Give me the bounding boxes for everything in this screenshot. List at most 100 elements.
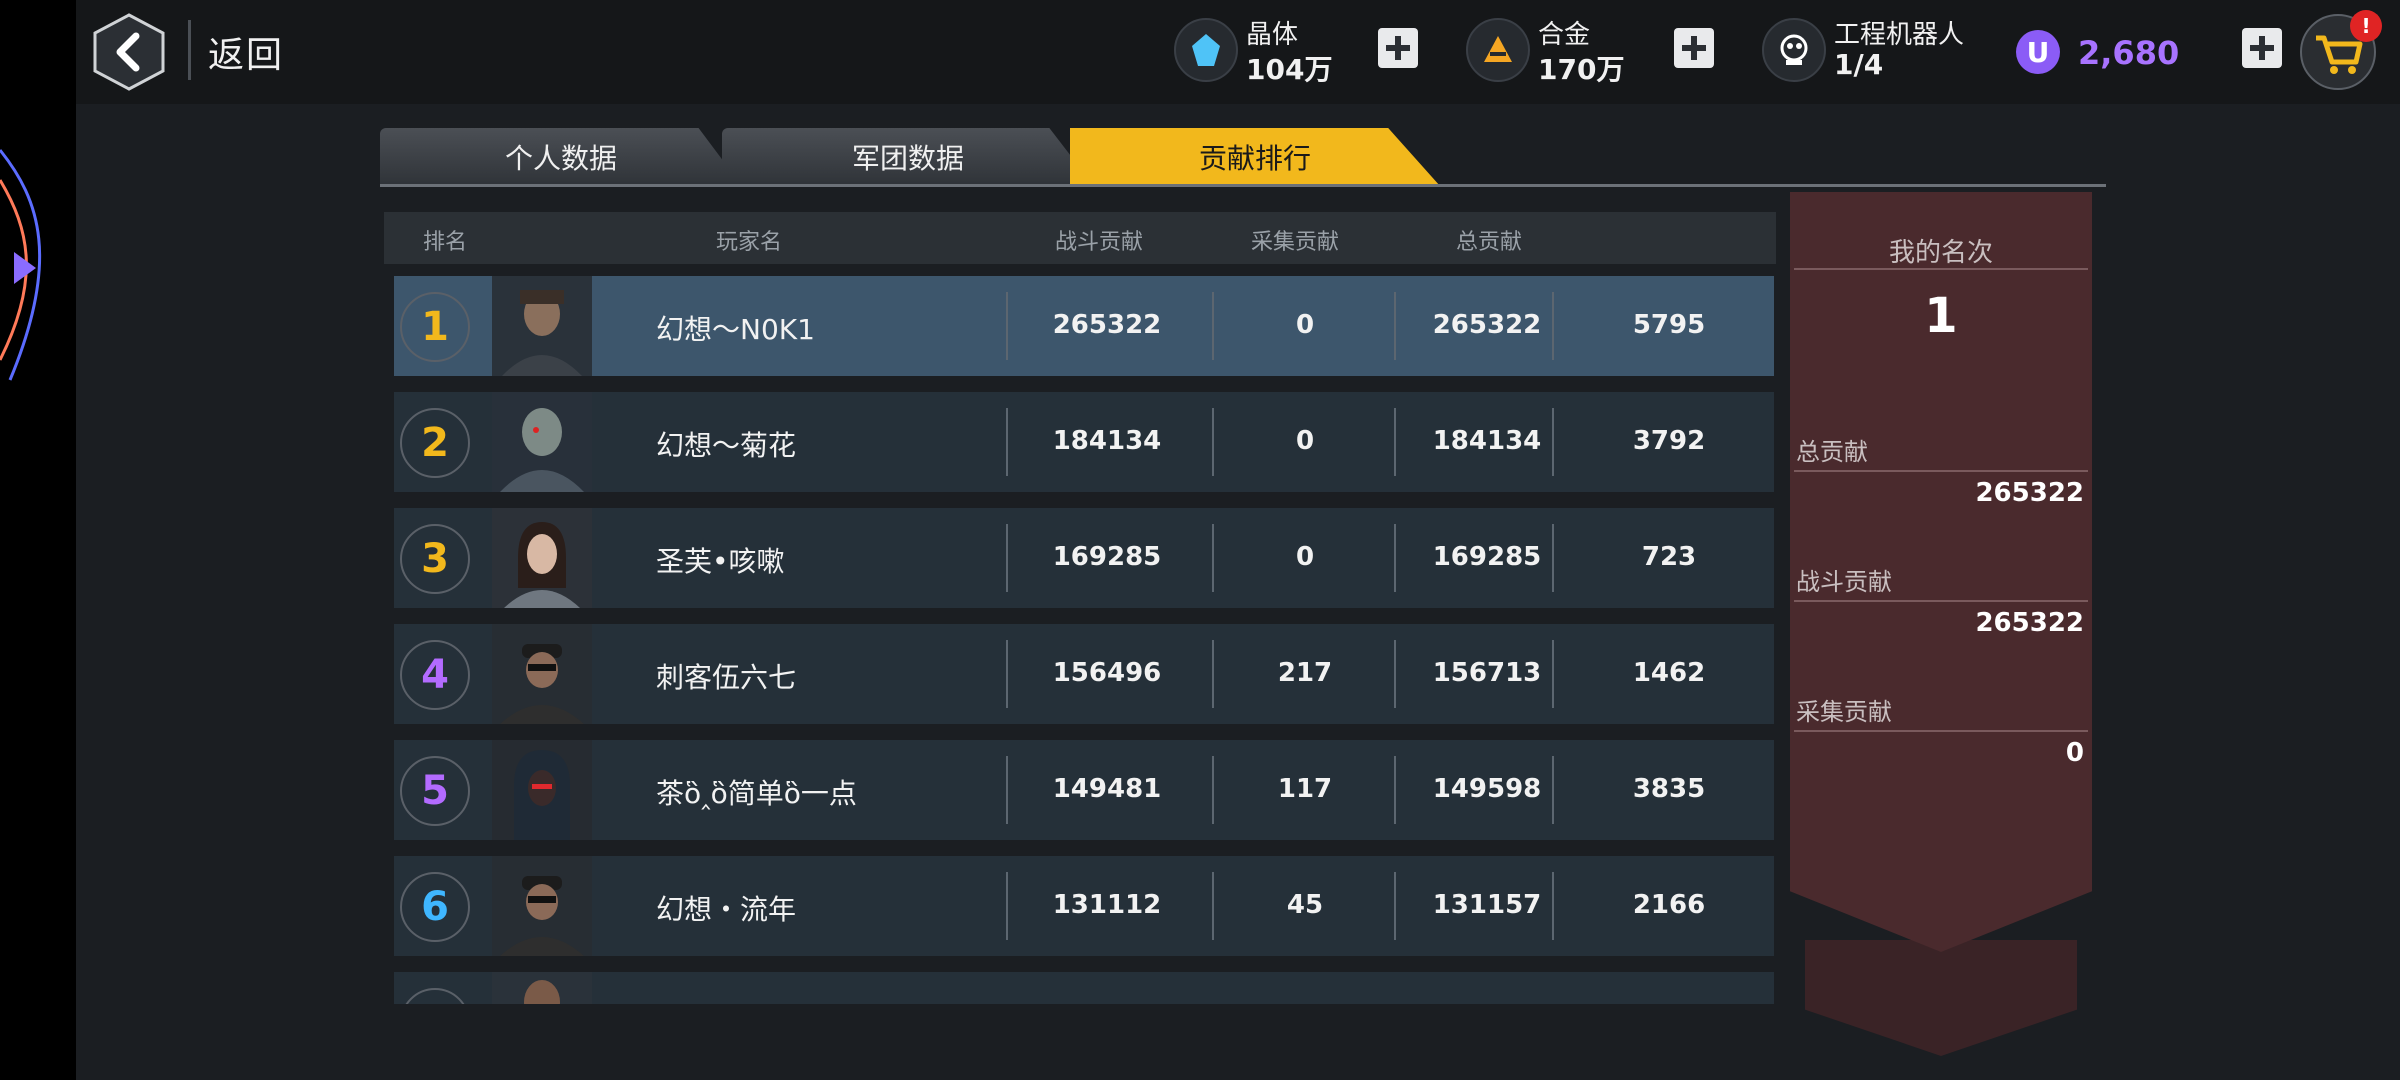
player-avatar [492,972,592,1004]
extra-value: 3835 [1632,774,1706,804]
table-row[interactable]: 1 幻想～N0K1 265322 0 265322 5795 [394,276,1774,376]
column-divider [1212,408,1214,476]
total-contribution: 149598 [1432,774,1542,804]
robot-icon [1762,18,1826,82]
total-contribution: 169285 [1432,542,1542,572]
player-avatar [492,856,592,956]
column-divider [1212,756,1214,824]
tab-contribution-ranking[interactable]: 贡献排行 [1070,128,1440,186]
rank-circle [400,988,470,1004]
resource-name: 合金 [1538,20,1591,50]
table-row-partial[interactable] [394,972,1774,1004]
resource-name: 工程机器人 [1834,20,1965,50]
my-rank-value: 1 [1924,288,1958,344]
gather-contribution: 0 [1295,542,1315,572]
player-name: 茶ὃ‸ὃ简单ὃ一点 [656,777,857,810]
player-avatar [492,392,592,492]
column-divider [1394,640,1396,708]
add-crystal-button[interactable] [1378,28,1418,68]
rank-number: 1 [400,292,470,362]
player-name: 幻想～菊花 [656,429,797,462]
column-divider [1394,408,1396,476]
table-row[interactable]: 2 幻想～菊花 184134 0 184134 3792 [394,392,1774,492]
alloy-icon [1466,18,1530,82]
rank-number: 4 [400,640,470,710]
column-divider [1552,756,1554,824]
table-row[interactable]: 6 幻想・流年 131112 45 131157 2166 [394,856,1774,956]
back-label[interactable]: 返回 [208,26,284,78]
combat-contribution: 265322 [1052,310,1162,340]
column-divider [1212,292,1214,360]
left-edge-strip [0,0,76,1080]
tab-personal-data[interactable]: 个人数据 [380,128,742,186]
player-name: 幻想・流年 [656,893,797,926]
tab-legion-data[interactable]: 军团数据 [722,128,1094,186]
column-divider [1006,756,1008,824]
table-header: 排名 玩家名 战斗贡献 采集贡献 总贡献 [384,212,1776,264]
my-total-label: 总贡献 [1796,438,1868,466]
divider [1794,470,2088,472]
table-row[interactable]: 4 刺客伍六七 156496 217 156713 1462 [394,624,1774,724]
divider [1794,268,2088,270]
column-divider [1212,640,1214,708]
resource-value: 1/4 [1834,48,1884,81]
back-arrow-icon [93,13,165,91]
gather-contribution: 45 [1286,890,1324,920]
extra-value: 2166 [1632,890,1706,920]
extra-value: 5795 [1632,310,1706,340]
column-divider [1212,872,1214,940]
header-rank: 排名 [422,230,467,255]
header-player-name: 玩家名 [715,230,782,255]
notification-badge: ! [2350,10,2382,42]
side-drawer-handle-icon[interactable] [0,120,60,420]
rank-number: 2 [400,408,470,478]
column-divider [1006,872,1008,940]
player-avatar [492,276,592,376]
table-row[interactable]: 3 圣芙•咳嗽 169285 0 169285 723 [394,508,1774,608]
player-name: 幻想～N0K1 [656,313,815,346]
player-name: 刺客伍六七 [656,661,797,694]
my-gather-value: 0 [2065,738,2084,768]
my-rank-title: 我的名次 [1888,238,1993,268]
back-button[interactable] [90,12,168,92]
u-currency-icon: U [2016,30,2060,74]
ranking-list[interactable]: 1 幻想～N0K1 265322 0 265322 5795 2 幻想～菊花 1… [394,276,1774,1004]
column-divider [1394,292,1396,360]
my-combat-label: 战斗贡献 [1796,568,1892,596]
total-contribution: 131157 [1432,890,1542,920]
add-currency-button[interactable] [2242,28,2282,68]
back-separator [188,20,191,80]
player-avatar [492,624,592,724]
extra-value: 3792 [1632,426,1706,456]
extra-value: 1462 [1632,658,1706,688]
total-contribution: 184134 [1432,426,1542,456]
my-gather-label: 采集贡献 [1796,698,1892,726]
combat-contribution: 149481 [1052,774,1162,804]
rank-number: 6 [400,872,470,942]
column-divider [1006,524,1008,592]
gather-contribution: 117 [1277,774,1333,804]
panel-tail-decoration [1805,940,2077,1056]
combat-contribution: 131112 [1052,890,1162,920]
combat-contribution: 169285 [1052,542,1162,572]
column-divider [1006,408,1008,476]
my-combat-value: 265322 [1975,608,2084,638]
u-currency-value: 2,680 [2078,34,2180,72]
column-divider [1394,524,1396,592]
divider [1794,730,2088,732]
column-divider [1552,872,1554,940]
combat-contribution: 156496 [1052,658,1162,688]
player-avatar [492,740,592,840]
my-rank-panel: 我的名次 1 总贡献 265322 战斗贡献 265322 采集贡献 0 [1790,192,2092,952]
divider [1794,600,2088,602]
resource-value: 170万 [1538,53,1625,86]
rank-number: 5 [400,756,470,826]
table-row[interactable]: 5 茶ὃ‸ὃ简单ὃ一点 149481 117 149598 3835 [394,740,1774,840]
column-divider [1552,640,1554,708]
column-divider [1006,292,1008,360]
gather-contribution: 0 [1295,426,1315,456]
column-divider [1006,640,1008,708]
resource-name: 晶体 [1246,20,1299,50]
rank-number: 3 [400,524,470,594]
add-alloy-button[interactable] [1674,28,1714,68]
